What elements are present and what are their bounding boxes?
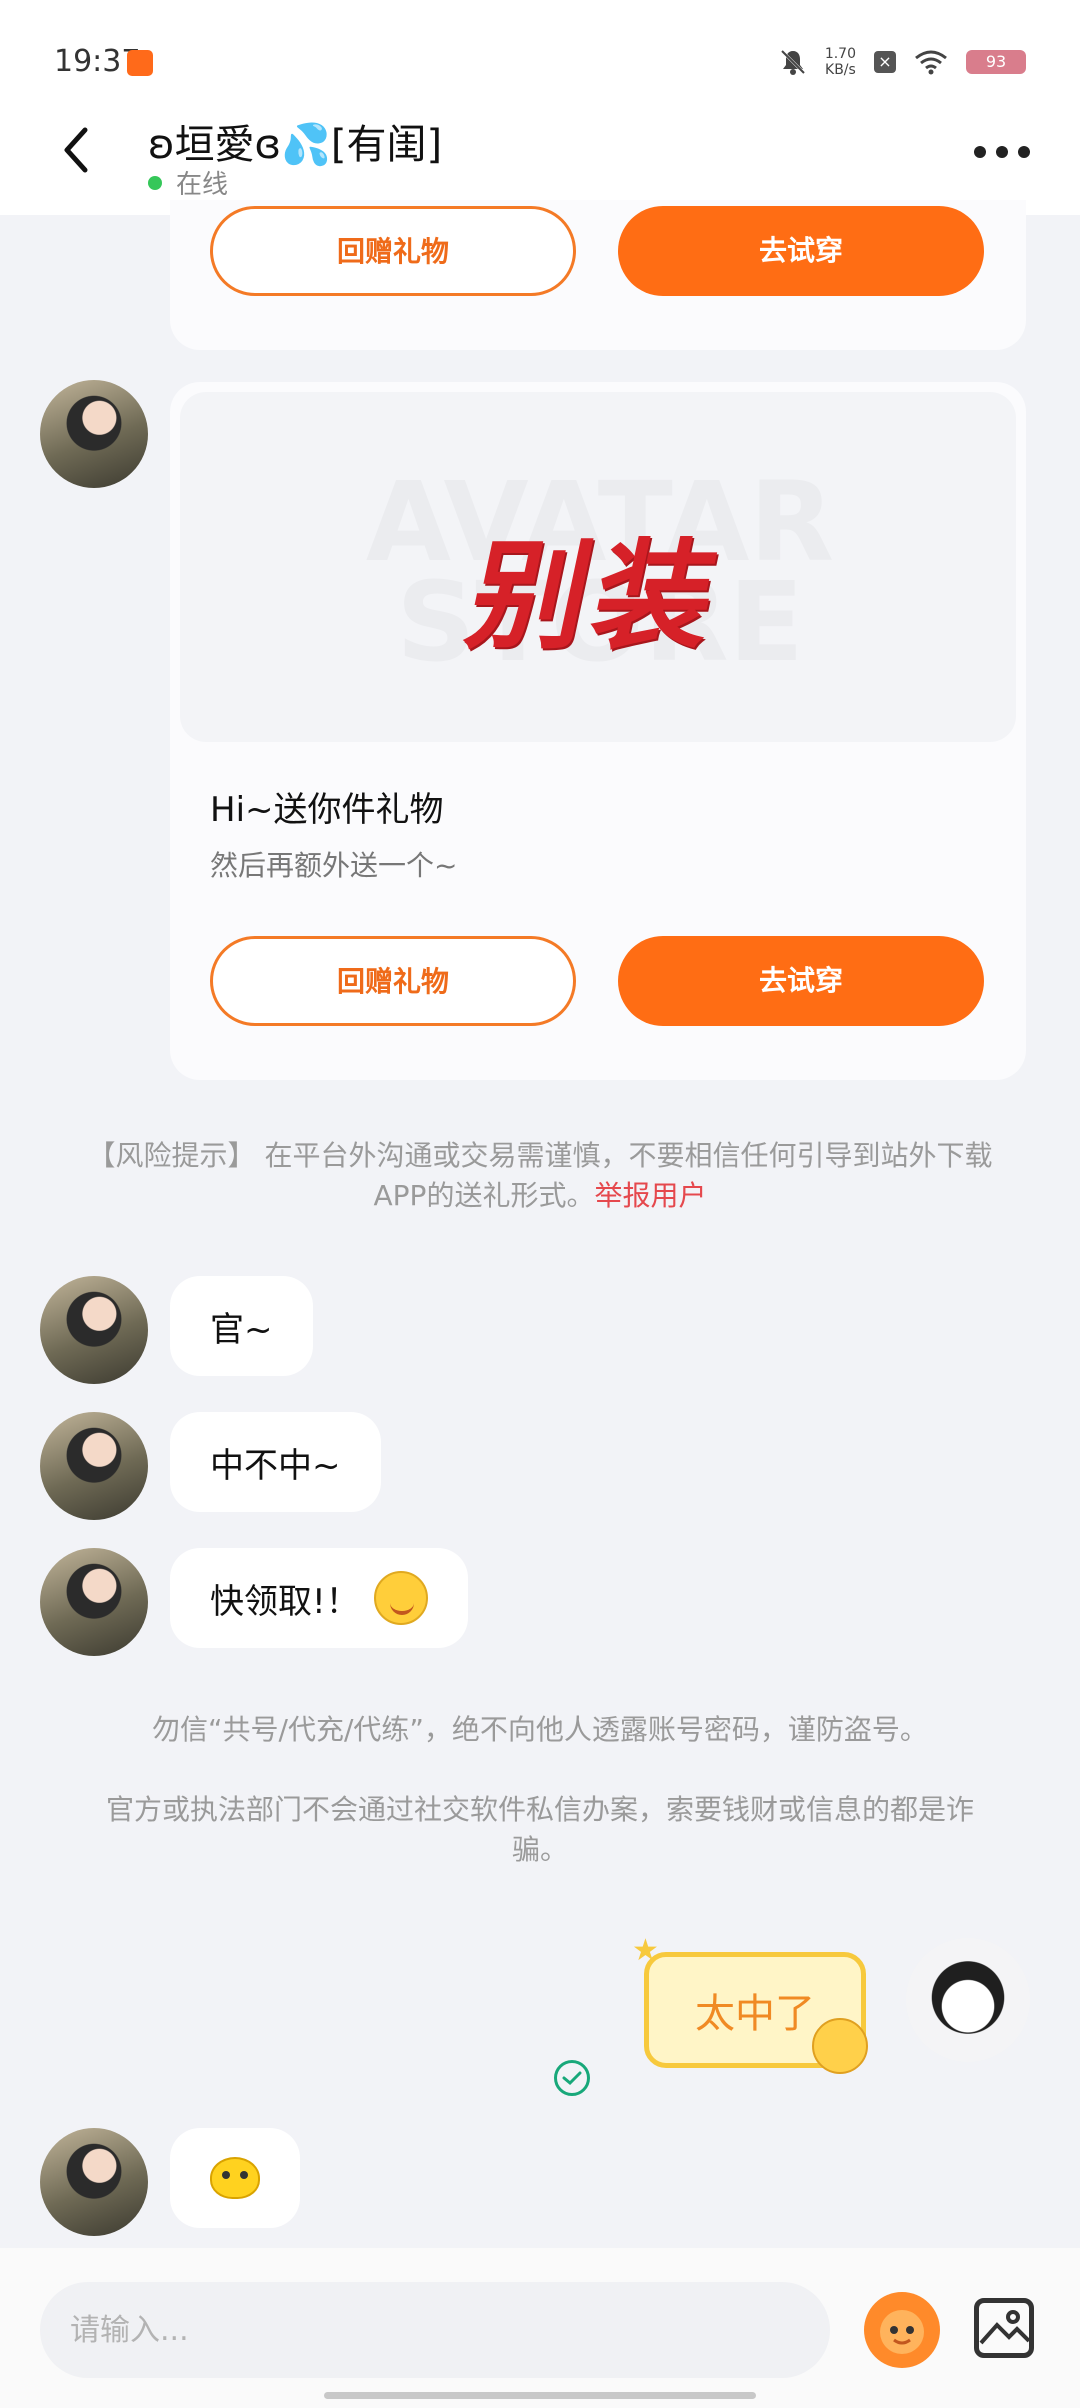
- input-bar: [0, 2248, 1080, 2408]
- avatar[interactable]: [40, 380, 148, 488]
- app-notification-icon: [127, 50, 153, 76]
- more-options-button[interactable]: [974, 140, 1030, 164]
- safety-note: 官方或执法部门不会通过社交软件私信办案，索要钱财或信息的都是诈骗。: [105, 1793, 974, 1866]
- message-text: 快领取!！: [210, 1581, 360, 1622]
- message-input[interactable]: [40, 2282, 830, 2378]
- risk-notice: 【风险提示】 在平台外沟通或交易需谨慎，不要相信任何引导到站外下载APP的送礼形…: [80, 1136, 1000, 1216]
- image-picker-button[interactable]: [974, 2298, 1034, 2358]
- report-user-link[interactable]: 举报用户: [594, 1179, 706, 1212]
- banner-text: 别装: [457, 526, 735, 665]
- avatar[interactable]: [40, 1276, 148, 1384]
- net-speed-value: 1.70: [824, 46, 856, 62]
- online-status-dot: [148, 176, 162, 190]
- message-bubble[interactable]: [170, 2128, 300, 2228]
- net-speed-unit: KB/s: [825, 62, 856, 78]
- battery-indicator: 93: [966, 50, 1026, 74]
- angry-emoji-icon: [373, 1571, 428, 1625]
- my-avatar[interactable]: [906, 1938, 1030, 2062]
- chevron-left-icon: [64, 127, 88, 173]
- avatar[interactable]: [40, 2128, 148, 2236]
- online-status-text: 在线: [176, 170, 229, 200]
- mute-icon: [780, 49, 805, 75]
- return-gift-button[interactable]: 回赠礼物: [210, 206, 576, 296]
- message-text: 官~: [210, 1309, 273, 1350]
- message-bubble[interactable]: 快领取!！: [170, 1548, 468, 1648]
- gift-card-previous: 回赠礼物 去试穿: [170, 200, 1026, 350]
- message-bubble[interactable]: 官~: [170, 1276, 313, 1376]
- wifi-icon: [915, 50, 947, 75]
- gift-title: Hi~送你件礼物: [210, 790, 444, 830]
- avatar[interactable]: [40, 1412, 148, 1520]
- emoji-icon: [210, 2157, 260, 2199]
- chat-title[interactable]: ʚ垣愛ɞ💦[有闺]: [148, 112, 442, 170]
- return-gift-button[interactable]: 回赠礼物: [210, 936, 576, 1026]
- sim-off-icon: ×: [874, 51, 896, 73]
- back-button[interactable]: [52, 120, 100, 180]
- avatar[interactable]: [40, 1548, 148, 1656]
- sent-check-icon: [554, 2060, 590, 2096]
- status-icons: 1.70 KB/s × 93: [779, 44, 1026, 80]
- message-bubble[interactable]: 中不中~: [170, 1412, 381, 1512]
- mascot-icon: [880, 2310, 924, 2354]
- more-dot-icon: [996, 146, 1008, 158]
- try-on-button[interactable]: 去试穿: [618, 936, 984, 1026]
- net-speed: 1.70 KB/s: [825, 46, 856, 78]
- home-indicator[interactable]: [324, 2392, 756, 2399]
- more-dot-icon: [974, 146, 986, 158]
- image-icon: [979, 2310, 1031, 2345]
- more-dot-icon: [1018, 146, 1030, 158]
- gift-banner[interactable]: AVATAR STORE 别装: [180, 392, 1016, 742]
- sticker-mascot-icon: [812, 2018, 868, 2074]
- sticker-text: 太中了: [695, 1991, 815, 2037]
- check-icon: [562, 2071, 582, 2086]
- gift-card: AVATAR STORE 别装 Hi~送你件礼物 然后再额外送一个~ 回赠礼物 …: [170, 382, 1026, 1080]
- try-on-button[interactable]: 去试穿: [618, 206, 984, 296]
- emoji-button[interactable]: [864, 2292, 940, 2368]
- gift-subtitle: 然后再额外送一个~: [210, 849, 458, 882]
- message-text: 中不中~: [210, 1445, 341, 1486]
- safety-note: 勿信“共号/代充/代练”，绝不向他人透露账号密码，谨防盗号。: [152, 1713, 928, 1746]
- risk-notice-text: 【风险提示】 在平台外沟通或交易需谨慎，不要相信任何引导到站外下载APP的送礼形…: [87, 1139, 993, 1212]
- top-bar: 19:37 1.70 KB/s × 93 ʚ垣愛ɞ💦[有闺] 在线: [0, 0, 1080, 215]
